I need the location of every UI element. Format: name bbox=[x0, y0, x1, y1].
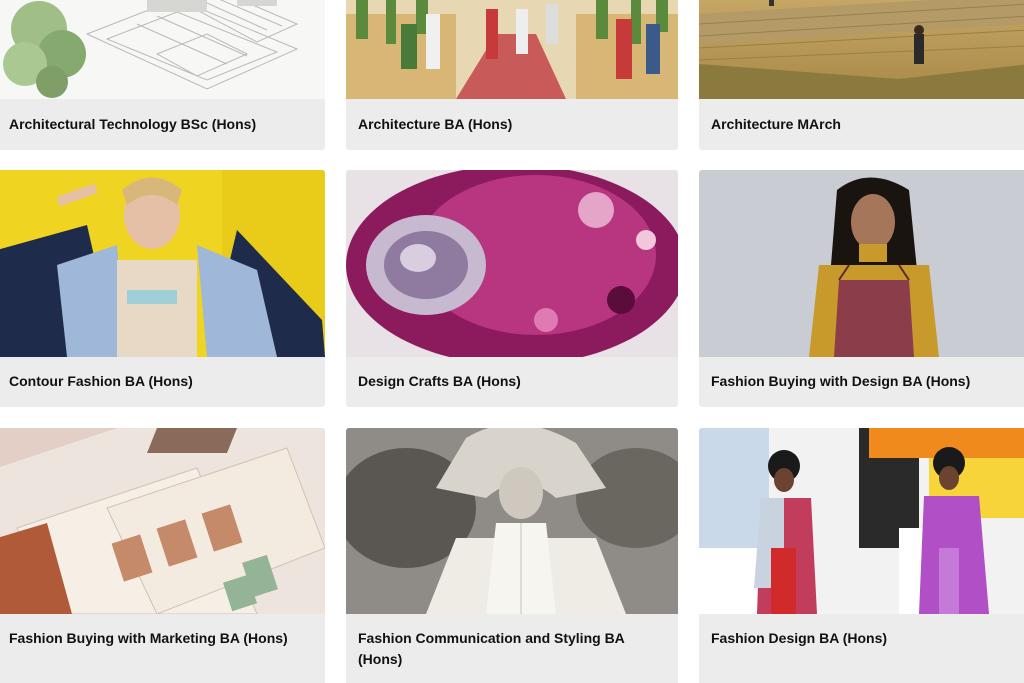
course-card[interactable]: Fashion Communication and Styling BA (Ho… bbox=[346, 428, 678, 683]
course-title[interactable]: Fashion Buying with Design BA (Hons) bbox=[711, 371, 1017, 392]
course-title[interactable]: Architectural Technology BSc (Hons) bbox=[9, 114, 313, 135]
course-image[interactable] bbox=[0, 428, 325, 614]
course-title[interactable]: Fashion Communication and Styling BA (Ho… bbox=[358, 628, 666, 670]
course-title[interactable]: Design Crafts BA (Hons) bbox=[358, 371, 666, 392]
course-card[interactable]: Design Crafts BA (Hons) bbox=[346, 170, 678, 407]
course-grid: Architectural Technology BSc (Hons) Arch… bbox=[0, 0, 1024, 683]
course-card[interactable]: Fashion Design BA (Hons) bbox=[699, 428, 1024, 683]
course-title[interactable]: Contour Fashion BA (Hons) bbox=[9, 371, 313, 392]
course-image[interactable] bbox=[346, 0, 678, 99]
course-card[interactable]: Architectural Technology BSc (Hons) bbox=[0, 0, 325, 150]
course-card[interactable]: Architecture BA (Hons) bbox=[346, 0, 678, 150]
course-image[interactable] bbox=[699, 428, 1024, 614]
course-image[interactable] bbox=[346, 428, 678, 614]
course-title[interactable]: Architecture MArch bbox=[711, 114, 1017, 135]
course-image[interactable] bbox=[346, 170, 678, 357]
course-image[interactable] bbox=[699, 0, 1024, 99]
course-image[interactable] bbox=[0, 170, 325, 357]
course-card[interactable]: Architecture MArch bbox=[699, 0, 1024, 150]
course-card[interactable]: Contour Fashion BA (Hons) bbox=[0, 170, 325, 407]
course-title[interactable]: Fashion Design BA (Hons) bbox=[711, 628, 1017, 649]
course-card[interactable]: Fashion Buying with Marketing BA (Hons) bbox=[0, 428, 325, 683]
course-image[interactable] bbox=[699, 170, 1024, 357]
course-title[interactable]: Architecture BA (Hons) bbox=[358, 114, 666, 135]
course-image[interactable] bbox=[0, 0, 325, 99]
course-card[interactable]: Fashion Buying with Design BA (Hons) bbox=[699, 170, 1024, 407]
course-title[interactable]: Fashion Buying with Marketing BA (Hons) bbox=[9, 628, 313, 649]
